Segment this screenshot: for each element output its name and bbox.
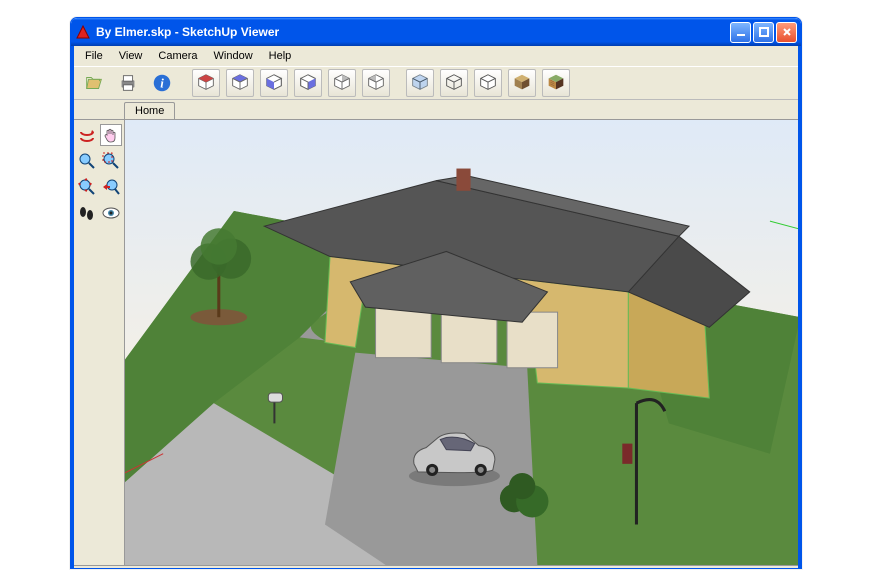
open-button[interactable] <box>80 69 108 97</box>
zoom-button[interactable] <box>76 150 98 172</box>
pan-button[interactable] <box>100 124 122 146</box>
window-title: By Elmer.skp - SketchUp Viewer <box>96 25 730 39</box>
menu-help[interactable]: Help <box>262 48 299 64</box>
view-iso-button[interactable] <box>192 69 220 97</box>
view-left-button[interactable] <box>362 69 390 97</box>
navigation-toolbar <box>74 120 124 565</box>
style-hidden-button[interactable] <box>474 69 502 97</box>
minimize-button[interactable] <box>730 22 751 43</box>
statusbar: Drag in direction to pan <box>74 565 798 569</box>
view-back-button[interactable] <box>328 69 356 97</box>
info-button[interactable]: i <box>148 69 176 97</box>
zoom-window-button[interactable] <box>100 150 122 172</box>
orbit-button[interactable] <box>76 124 98 146</box>
tab-home[interactable]: Home <box>124 102 175 119</box>
print-button[interactable] <box>114 69 142 97</box>
close-button[interactable] <box>776 22 797 43</box>
zoom-extents-button[interactable] <box>76 176 98 198</box>
menu-camera[interactable]: Camera <box>151 48 204 64</box>
walk-button[interactable] <box>76 202 98 224</box>
menu-file[interactable]: File <box>78 48 110 64</box>
toolbar: i <box>74 66 798 100</box>
look-around-button[interactable] <box>100 202 122 224</box>
view-right-button[interactable] <box>294 69 322 97</box>
view-top-button[interactable] <box>226 69 254 97</box>
zoom-previous-button[interactable] <box>100 176 122 198</box>
scene-tabs: Home <box>74 100 798 119</box>
titlebar: By Elmer.skp - SketchUp Viewer <box>71 18 801 46</box>
style-xray-button[interactable] <box>406 69 434 97</box>
style-shaded-button[interactable] <box>508 69 536 97</box>
menu-window[interactable]: Window <box>207 48 260 64</box>
view-front-button[interactable] <box>260 69 288 97</box>
style-wireframe-button[interactable] <box>440 69 468 97</box>
menubar: File View Camera Window Help <box>74 46 798 66</box>
viewport-3d[interactable] <box>124 120 798 565</box>
status-hint: Drag in direction to pan <box>80 568 194 569</box>
menu-view[interactable]: View <box>112 48 150 64</box>
app-icon <box>75 24 91 40</box>
svg-text:i: i <box>160 77 164 91</box>
style-textures-button[interactable] <box>542 69 570 97</box>
maximize-button[interactable] <box>753 22 774 43</box>
